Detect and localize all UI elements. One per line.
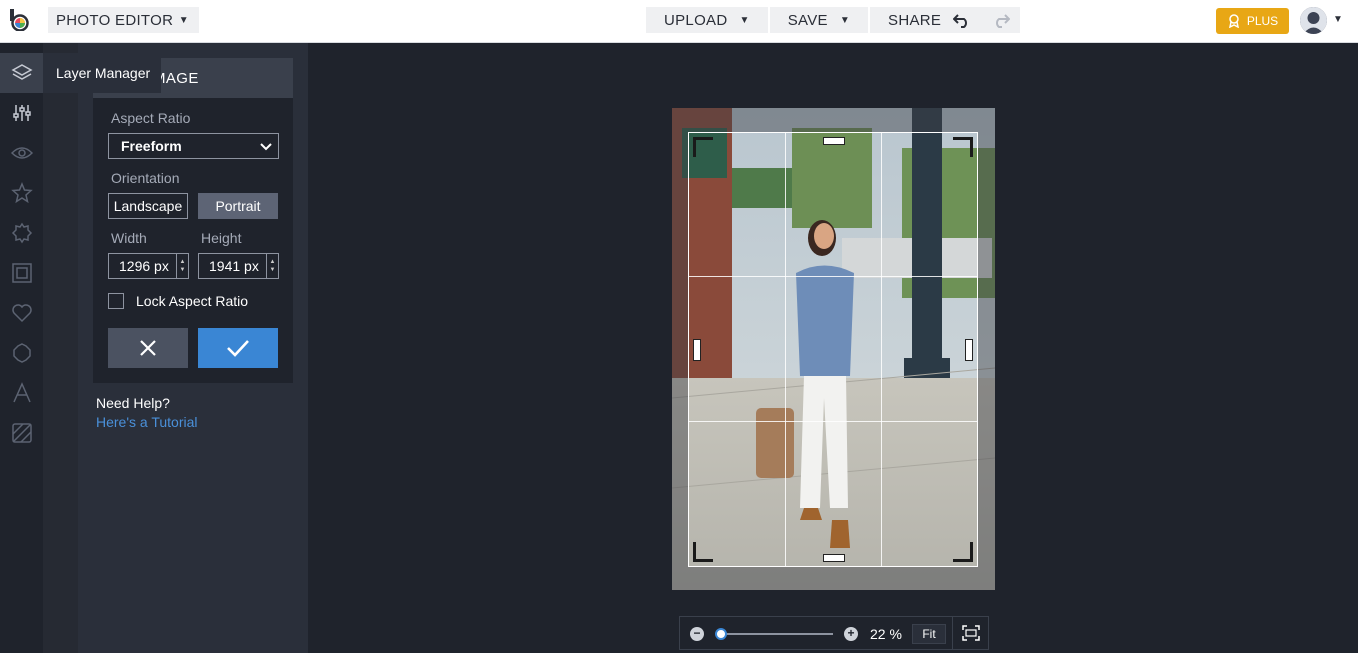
portrait-label: Portrait [215,198,261,214]
photo-editor-menu[interactable]: PHOTO EDITOR ▼ [48,7,199,33]
save-label: SAVE [787,11,828,29]
crop-handle-bottom-left[interactable] [693,542,713,562]
width-value: 1296 px [119,258,169,274]
height-input[interactable]: 1941 px ▲ ▼ [198,253,279,279]
cancel-button[interactable] [108,328,188,368]
crop-box[interactable] [688,132,978,567]
portrait-button[interactable]: Portrait [198,193,278,219]
crop-handle-bottom-right[interactable] [953,542,973,562]
zoom-value: 22 % [870,626,902,642]
check-icon [227,340,249,357]
texture-icon [11,423,32,443]
top-actions: UPLOAD ▼ SAVE ▼ SHARE ▼ [646,7,982,33]
fullscreen-icon [962,625,980,641]
caret-down-icon: ▼ [739,14,750,26]
crop-handle-bottom[interactable] [823,554,845,562]
text-icon [12,382,31,403]
aspect-ratio-select[interactable]: Freeform [108,133,279,159]
share-label: SHARE [888,11,942,29]
width-stepper[interactable]: ▲ ▼ [176,254,188,278]
crop-handle-top[interactable] [823,137,845,145]
grid-line [785,133,786,566]
aspect-ratio-value: Freeform [121,138,182,154]
crop-handle-top-left[interactable] [693,137,713,157]
star-icon [10,182,33,204]
landscape-button[interactable]: Landscape [108,193,188,219]
rail-effects[interactable] [0,133,43,173]
rail-touch-up[interactable] [0,213,43,253]
rail-frames[interactable] [0,253,43,293]
grid-line [689,421,977,422]
undo-button[interactable] [942,7,981,33]
crop-shade-right [978,132,995,567]
sliders-icon [12,105,31,121]
crop-shade-bottom [672,567,995,590]
zoom-bar: − + 22 % Fit [679,616,989,650]
zoom-slider-thumb[interactable] [715,628,728,640]
orientation-label: Orientation [111,170,180,186]
grid-line [689,276,977,277]
grid-line [881,133,882,566]
upload-button[interactable]: UPLOAD ▼ [646,7,768,33]
lock-aspect-checkbox[interactable] [108,293,124,309]
shape-icon [12,343,31,363]
plus-label: PLUS [1246,14,1279,28]
rail-overlays[interactable] [0,293,43,333]
rail-layers[interactable] [0,53,43,93]
heart-icon [11,304,32,323]
top-bar: PHOTO EDITOR ▼ UPLOAD ▼ SAVE ▼ SHARE ▼ P… [0,0,1358,43]
rail-adjust[interactable] [0,93,43,133]
badge-icon [11,222,32,244]
rail-graphics[interactable] [0,333,43,373]
layers-icon [10,64,33,80]
redo-button[interactable] [981,7,1020,33]
zoom-in-button[interactable]: + [844,627,858,641]
user-avatar-icon [1300,7,1327,34]
height-label: Height [201,230,242,246]
zoom-slider-track[interactable] [718,633,833,635]
close-icon [140,340,156,356]
history-controls [942,7,1020,33]
crop-shade-top [672,108,995,132]
width-label: Width [111,230,147,246]
tutorial-link[interactable]: Here's a Tutorial [96,414,198,430]
redo-icon [995,14,1010,28]
caret-down-icon[interactable]: ▼ [1333,14,1343,25]
panel-strip [43,43,78,653]
zoom-out-button[interactable]: − [690,627,704,641]
rail-text[interactable] [0,373,43,413]
crop-handle-top-right[interactable] [953,137,973,157]
fit-button[interactable]: Fit [912,624,946,644]
save-button[interactable]: SAVE ▼ [769,7,869,33]
crop-shade-left [672,132,688,567]
width-input[interactable]: 1296 px ▲ ▼ [108,253,189,279]
height-value: 1941 px [209,258,259,274]
app-logo-icon[interactable] [8,9,30,31]
caret-down-icon: ▼ [839,14,851,26]
landscape-label: Landscape [113,198,183,214]
fullscreen-button[interactable] [952,617,989,649]
lock-aspect-label: Lock Aspect Ratio [136,293,249,309]
tool-rail [0,43,43,653]
help-title: Need Help? [96,395,170,411]
aspect-ratio-label: Aspect Ratio [111,110,191,126]
caret-down-icon: ▼ [178,14,189,26]
crop-handle-right[interactable] [965,339,973,361]
photo-editor-label: PHOTO EDITOR [56,11,174,29]
crop-handle-left[interactable] [693,339,701,361]
rail-favorites[interactable] [0,173,43,213]
upgrade-plus-button[interactable]: PLUS [1216,8,1289,34]
upload-label: UPLOAD [664,11,728,29]
layer-manager-tooltip: Layer Manager [43,53,161,93]
apply-button[interactable] [198,328,278,368]
eye-icon [10,147,33,159]
award-icon [1228,14,1239,28]
height-stepper[interactable]: ▲ ▼ [266,254,278,278]
fit-label: Fit [922,627,936,641]
undo-icon [952,14,967,28]
chevron-down-icon [260,143,272,151]
frame-icon [11,263,32,283]
rail-textures[interactable] [0,413,43,453]
avatar[interactable] [1300,7,1327,34]
